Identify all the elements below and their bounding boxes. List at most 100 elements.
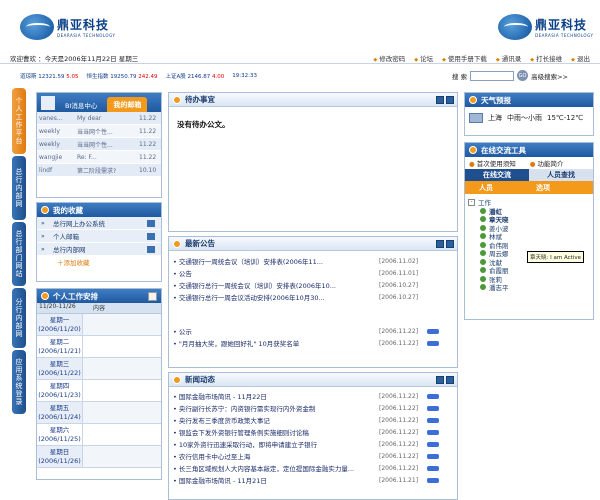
person-icon — [480, 233, 486, 240]
person-icon — [480, 275, 486, 282]
brand-name: 鼎亚科技 — [57, 18, 110, 32]
list-item[interactable]: » 总行网上办公系统 — [37, 217, 161, 230]
options-dropdown[interactable]: 选项 — [536, 183, 593, 193]
search-input[interactable] — [470, 70, 515, 81]
ticker-item: 道琼斯 12321.59 5.05 — [20, 74, 79, 80]
search-bar: 搜 索 GO 高级搜索>> — [452, 70, 568, 81]
close-icon[interactable] — [446, 376, 454, 384]
edit-icon[interactable] — [148, 291, 157, 301]
news-header: 新闻动态 — [169, 373, 457, 387]
minimize-icon[interactable] — [436, 240, 444, 248]
table-row[interactable]: weekly 当当网个性... 11.22 — [37, 138, 161, 151]
tab-hq-intranet[interactable]: 总行内部网 — [12, 156, 26, 220]
new-badge-icon — [427, 393, 439, 399]
im-links: ● 首次使用须知 ● 功能简介 — [465, 157, 593, 169]
tab-hq-department-sites[interactable]: 总行部门网站 — [12, 222, 26, 286]
tree-group[interactable]: - 工作 — [468, 198, 590, 207]
minimize-icon[interactable] — [436, 96, 444, 104]
tab-system-login[interactable]: 应用系统登录 — [12, 350, 26, 414]
list-item[interactable]: • 长三角区域规划人大内容基本敲定，定位提国际金融实力量... [2006.11.… — [169, 462, 457, 474]
table-row[interactable]: weekly 当当网个性... 11.22 — [37, 125, 161, 138]
table-row[interactable]: lindf 第二阶段需求? 10.10 — [37, 164, 161, 177]
list-item[interactable]: • 央行发布三季度货币政策大事记 [2006.11.22] — [169, 414, 457, 426]
table-row[interactable]: 星期五 (2006/11/24) — [37, 402, 161, 424]
features-link[interactable]: ● 功能简介 — [530, 158, 564, 168]
chevron-right-icon: » — [41, 245, 45, 253]
list-item[interactable]: • "月月抽大奖，跟她回好礼" 10月获奖名单 [2006.11.22] — [169, 337, 457, 349]
list-item[interactable]: • 交通银行总行一周会议活动安排(2006年10月30... [2006.10.2… — [169, 291, 457, 303]
advanced-search-link[interactable]: 高级搜索>> — [531, 71, 568, 81]
list-item[interactable]: • 交通银行总行一周统会议（培训）安排表(2006年10... [2006.10.… — [169, 279, 457, 291]
table-row[interactable]: wangjie Re: F... 11.22 — [37, 151, 161, 164]
person-icon — [480, 241, 486, 248]
favorites-panel: 我的收藏 » 总行网上办公系统 » 个人邮箱 » 总行内部网 ＋添加收藏 — [36, 202, 162, 282]
list-item[interactable]: • 央行副行长苏宁：内资银行需实现行内外资金制 [2006.11.22] — [169, 402, 457, 414]
search-go-button[interactable]: GO — [517, 70, 529, 81]
change-password-link[interactable]: 修改密码 — [373, 53, 405, 63]
new-badge-icon — [427, 429, 439, 435]
tab-branch-intranet[interactable]: 分行内部网 — [12, 288, 26, 348]
table-row[interactable]: 星期三 (2006/11/22) — [37, 358, 161, 380]
news-list: • 国际金融市场简讯 - 11月22日 [2006.11.22] • 央行副行长苏… — [169, 387, 457, 486]
manual-download-link[interactable]: 使用手册下载 — [442, 53, 487, 63]
new-badge-icon — [427, 328, 439, 334]
people-tree: - 工作 潘虹 章天晓 姜小波 林斌 俞伟刚 周云娜 沈献 俞霞丽 张莉 潘志平 — [465, 194, 593, 296]
list-item[interactable]: • 银监会下发外资银行管理条例实施细则讨论稿 [2006.11.22] — [169, 426, 457, 438]
bullet-icon — [469, 96, 477, 104]
list-item[interactable]: • 交通银行一周统会议（培训）安排表(2006年11... [2006.11.02… — [169, 255, 457, 267]
table-row[interactable]: vanes... My dear 11.22 — [37, 112, 161, 125]
mail-panel: BI消息中心 我的邮箱 vanes... My dear 11.22 weekly 当… — [36, 92, 162, 198]
tab-personal-platform[interactable]: 个人工作平台 — [12, 88, 26, 154]
delete-icon[interactable] — [147, 219, 155, 227]
table-row[interactable]: 星期四 (2006/11/23) — [37, 380, 161, 402]
tab-online-chat[interactable]: 在线交流 — [465, 169, 529, 181]
list-item[interactable]: • 农行信用卡中心过至上海 [2006.11.22] — [169, 450, 457, 462]
table-row[interactable]: 星期日 (2006/11/26) — [37, 446, 161, 468]
notice-list: • 交通银行一周统会议（培训）安排表(2006年11... [2006.11.02… — [169, 251, 457, 349]
close-icon[interactable] — [446, 96, 454, 104]
list-item[interactable]: » 个人邮箱 — [37, 230, 161, 243]
list-item[interactable]: • 国际金融市场简讯 - 11月22日 [2006.11.22] — [169, 390, 457, 402]
first-use-link[interactable]: ● 首次使用须知 — [469, 158, 516, 168]
tab-bi-messages[interactable]: BI消息中心 — [57, 97, 105, 112]
list-item[interactable]: • 公示 [2006.11.22] — [169, 325, 457, 337]
list-item[interactable]: 潘志平 — [480, 283, 590, 292]
address-book-link[interactable]: 通讯录 — [496, 53, 522, 63]
tab-my-mailbox[interactable]: 我的邮箱 — [107, 97, 148, 112]
info-bar: 欢迎曹欢 ：今天是2006年11月22日 星期三 修改密码 论坛 使用手册下载 … — [0, 52, 600, 64]
brand-name-en: DEARASIA TECHNOLOGY — [57, 33, 116, 38]
add-favorite-link[interactable]: ＋添加收藏 — [37, 256, 161, 268]
header: 鼎亚科技 DEARASIA TECHNOLOGY 鼎亚科技 DEARASIA TEC… — [0, 0, 600, 52]
close-icon[interactable] — [446, 240, 454, 248]
bullet-icon — [173, 375, 181, 384]
delete-icon[interactable] — [147, 245, 155, 253]
table-row[interactable]: 星期六 (2006/11/25) — [37, 424, 161, 446]
clock: 19:32:33 — [232, 73, 257, 79]
people-dropdown[interactable]: 人员 — [465, 183, 536, 193]
forum-link[interactable]: 论坛 — [414, 53, 433, 63]
im-header: 在线交流工具 — [465, 143, 593, 157]
chevron-right-icon: » — [41, 232, 45, 240]
logo-mark-icon — [20, 14, 54, 40]
list-item[interactable]: • 国际金融市场简讯 - 11月21日 [2006.11.21] — [169, 474, 457, 486]
person-icon — [480, 267, 486, 274]
favorites-header: 我的收藏 — [37, 203, 161, 217]
table-row[interactable]: 星期二 (2006/11/21) — [37, 336, 161, 358]
list-item[interactable]: • 公告 [2006.11.01] — [169, 267, 457, 279]
minimize-icon[interactable] — [436, 376, 444, 384]
tab-people-search[interactable]: 人员查找 — [529, 169, 593, 181]
list-item[interactable]: • 10家外资行迅速采取行动，即将申请建立子银行 [2006.11.22] — [169, 438, 457, 450]
schedule-panel: 个人工作安排 11/20-11/26 内容 星期一 (2006/11/20) 星期二… — [36, 288, 162, 480]
maintenance-link[interactable]: 打长接维 — [530, 53, 562, 63]
logout-link[interactable]: 退出 — [571, 53, 590, 63]
notice-header: 最新公告 — [169, 237, 457, 251]
table-row[interactable]: 星期一 (2006/11/20) — [37, 314, 161, 336]
news-panel: 新闻动态 • 国际金融市场简讯 - 11月22日 [2006.11.22] • 央… — [168, 372, 458, 500]
new-badge-icon — [427, 441, 439, 447]
collapse-icon[interactable]: - — [468, 198, 475, 206]
people-list: 潘虹 章天晓 姜小波 林斌 俞伟刚 周云娜 沈献 俞霞丽 张莉 潘志平 — [468, 207, 590, 292]
list-item[interactable]: » 总行内部网 — [37, 243, 161, 256]
delete-icon[interactable] — [147, 232, 155, 240]
person-icon — [480, 258, 486, 265]
mail-icon — [41, 96, 55, 110]
